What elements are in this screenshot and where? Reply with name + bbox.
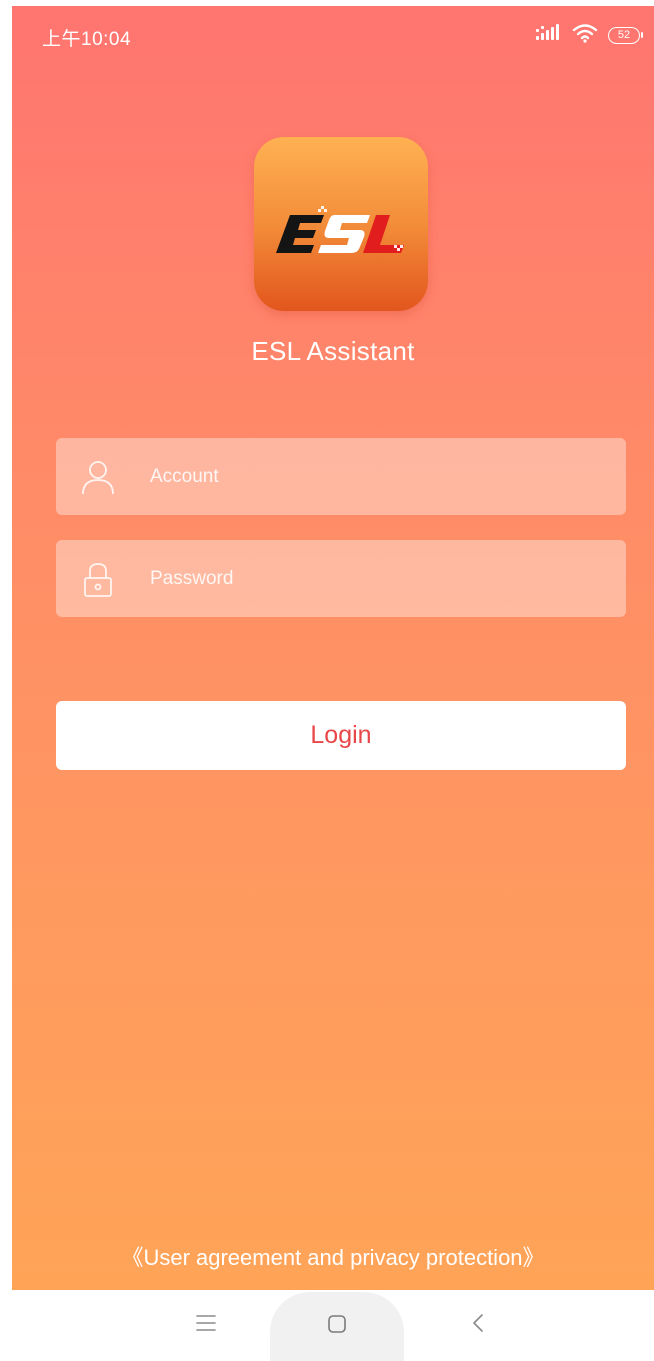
lock-icon xyxy=(78,558,118,598)
wifi-icon xyxy=(572,23,598,48)
user-icon xyxy=(78,456,118,496)
status-time: 上午10:04 xyxy=(42,29,132,50)
home-button[interactable] xyxy=(270,1292,404,1361)
password-input[interactable] xyxy=(150,540,610,617)
back-icon xyxy=(470,1312,486,1339)
status-icons: 52 xyxy=(536,22,643,48)
app-logo xyxy=(254,137,428,311)
home-icon xyxy=(326,1313,348,1340)
login-button[interactable]: Login xyxy=(56,701,626,770)
menu-icon xyxy=(195,1313,217,1338)
menu-button[interactable] xyxy=(166,1290,246,1361)
signal-icon xyxy=(536,23,562,47)
status-bar: 上午10:04 52 xyxy=(12,6,654,66)
battery-icon: 52 xyxy=(608,26,643,44)
battery-level: 52 xyxy=(617,29,631,41)
password-field[interactable] xyxy=(56,540,626,617)
agreement-link[interactable]: 《User agreement and privacy protection》 xyxy=(12,1240,654,1272)
account-input[interactable] xyxy=(150,438,610,515)
login-screen: 上午10:04 52 ESL Assistant Account Login 《… xyxy=(12,6,654,1290)
back-button[interactable] xyxy=(438,1290,518,1361)
account-field[interactable] xyxy=(56,438,626,515)
navigation-bar xyxy=(12,1290,654,1361)
app-name: ESL Assistant xyxy=(251,336,415,366)
